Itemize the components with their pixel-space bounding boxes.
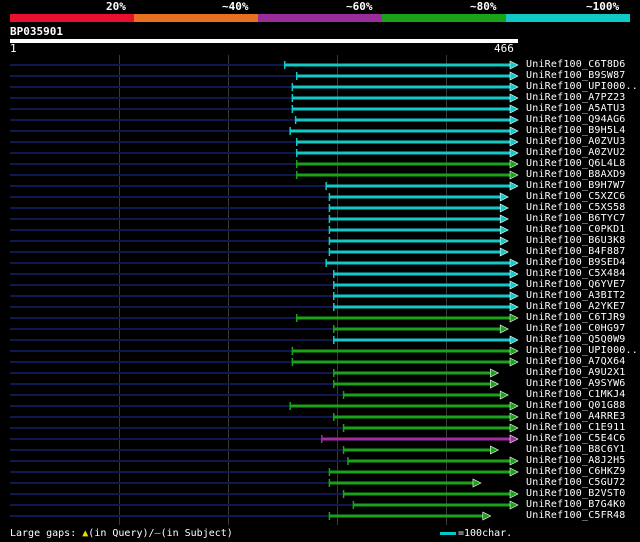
hit-arrow-icon: [509, 258, 519, 268]
hit-arrow-icon: [509, 467, 519, 477]
hit-arrow-icon: [499, 324, 509, 334]
hit-name-link[interactable]: UniRef100_B8AXD9: [526, 169, 626, 180]
hit-name-link[interactable]: UniRef100_C5FR48: [526, 510, 626, 521]
hit-name-link[interactable]: UniRef100_C6T8D6: [526, 59, 626, 70]
hit-arrow-icon: [509, 401, 519, 411]
hit-name-link[interactable]: UniRef100_A7PZ23: [526, 92, 626, 103]
hit-name-link[interactable]: UniRef100_Q6L4L8: [526, 158, 626, 169]
hit-arrow-icon: [509, 170, 519, 180]
hit-name-link[interactable]: UniRef100_C5XZC6: [526, 191, 626, 202]
hit-name-link[interactable]: UniRef100_A9SYW6: [526, 378, 626, 389]
hit-arrow-icon: [509, 159, 519, 169]
hit-arrow-icon: [509, 346, 519, 356]
hit-name-link[interactable]: UniRef100_A3BIT2: [526, 290, 626, 301]
hit-arrow-icon: [509, 148, 519, 158]
hit-name-link[interactable]: UniRef100_UPI000..: [526, 81, 638, 92]
hit-arrow-icon: [499, 192, 509, 202]
hit-name-link[interactable]: UniRef100_B8C6Y1: [526, 444, 626, 455]
hit-arrow-icon: [509, 412, 519, 422]
hit-arrow-icon: [499, 247, 509, 257]
hit-name-link[interactable]: UniRef100_C0HG97: [526, 323, 626, 334]
hit-arrow-icon: [509, 335, 519, 345]
hit-name-link[interactable]: UniRef100_C6TJR9: [526, 312, 626, 323]
hit-arrow-icon: [509, 313, 519, 323]
hit-name-link[interactable]: UniRef100_C1MKJ4: [526, 389, 626, 400]
hit-arrow-icon: [499, 214, 509, 224]
hit-arrow-icon: [472, 478, 482, 488]
hit-name-link[interactable]: UniRef100_B2VST0: [526, 488, 626, 499]
hit-name-link[interactable]: UniRef100_C5E4C6: [526, 433, 626, 444]
hit-arrow-icon: [509, 269, 519, 279]
hit-arrow-icon: [509, 104, 519, 114]
hit-name-link[interactable]: UniRef100_A0ZVU3: [526, 136, 626, 147]
hit-name-link[interactable]: UniRef100_B9H7W7: [526, 180, 626, 191]
scale-legend: =100char.: [440, 528, 512, 540]
hit-arrow-icon: [509, 489, 519, 499]
hit-name-link[interactable]: UniRef100_B6TYC7: [526, 213, 626, 224]
hit-arrow-icon: [509, 93, 519, 103]
query-gap-text: (in Query)/: [88, 528, 155, 539]
hit-name-link[interactable]: UniRef100_C1E911: [526, 422, 626, 433]
hit-arrow-icon: [509, 423, 519, 433]
large-gaps-legend: Large gaps: ▲(in Query)/—(in Subject): [10, 528, 233, 540]
hit-name-link[interactable]: UniRef100_B9SW87: [526, 70, 626, 81]
subject-gap-text: (in Subject): [160, 528, 233, 539]
hit-name-link[interactable]: UniRef100_A4RRE3: [526, 411, 626, 422]
hit-arrow-icon: [509, 500, 519, 510]
hit-arrow-icon: [509, 115, 519, 125]
hit-name-link[interactable]: UniRef100_A8J2H5: [526, 455, 626, 466]
hit-arrow-icon: [509, 302, 519, 312]
hit-arrow-icon: [499, 203, 509, 213]
hit-arrow-icon: [509, 280, 519, 290]
hit-name-link[interactable]: UniRef100_C5GU72: [526, 477, 626, 488]
hit-arrow-icon: [509, 126, 519, 136]
hit-name-link[interactable]: UniRef100_A5ATU3: [526, 103, 626, 114]
hit-arrow-icon: [499, 236, 509, 246]
hit-name-link[interactable]: UniRef100_C5XS58: [526, 202, 626, 213]
hit-name-link[interactable]: UniRef100_Q5Q0W9: [526, 334, 626, 345]
hit-arrow-icon: [509, 434, 519, 444]
hit-name-link[interactable]: UniRef100_B9H5L4: [526, 125, 626, 136]
hit-arrow-icon: [509, 82, 519, 92]
hit-name-link[interactable]: UniRef100_C5X484: [526, 268, 626, 279]
hit-arrow-icon: [490, 368, 500, 378]
scale-swatch: [440, 531, 456, 535]
hit-name-link[interactable]: UniRef100_A9U2X1: [526, 367, 626, 378]
hit-name-link[interactable]: UniRef100_B4F887: [526, 246, 626, 257]
hit-name-link[interactable]: UniRef100_UPI000..: [526, 345, 638, 356]
hit-arrow-icon: [490, 445, 500, 455]
hit-arrow-icon: [509, 71, 519, 81]
hit-arrow-icon: [499, 390, 509, 400]
hit-name-link[interactable]: UniRef100_A2YKE7: [526, 301, 626, 312]
hit-name-link[interactable]: UniRef100_B9SED4: [526, 257, 626, 268]
hit-name-link[interactable]: UniRef100_C6HKZ9: [526, 466, 626, 477]
hit-name-link[interactable]: UniRef100_A7QX64: [526, 356, 626, 367]
hit-name-link[interactable]: UniRef100_B6U3K8: [526, 235, 626, 246]
hit-name-link[interactable]: UniRef100_Q6YVE7: [526, 279, 626, 290]
large-gaps-label: Large gaps:: [10, 528, 77, 539]
hit-name-link[interactable]: UniRef100_C0PKD1: [526, 224, 626, 235]
hit-arrow-icon: [509, 181, 519, 191]
hit-arrow-icon: [509, 60, 519, 70]
hit-name-link[interactable]: UniRef100_A0ZVU2: [526, 147, 626, 158]
hit-arrow-icon: [509, 137, 519, 147]
hit-arrow-icon: [490, 379, 500, 389]
hit-arrow-icon: [509, 456, 519, 466]
hit-name-link[interactable]: UniRef100_B7G4K0: [526, 499, 626, 510]
scale-text: =100char.: [458, 528, 513, 539]
hit-arrow-icon: [509, 291, 519, 301]
hit-arrow-icon: [482, 511, 492, 521]
hit-name-link[interactable]: UniRef100_Q01G88: [526, 400, 626, 411]
hit-name-link[interactable]: UniRef100_Q94AG6: [526, 114, 626, 125]
hit-arrow-icon: [499, 225, 509, 235]
hit-arrow-icon: [509, 357, 519, 367]
